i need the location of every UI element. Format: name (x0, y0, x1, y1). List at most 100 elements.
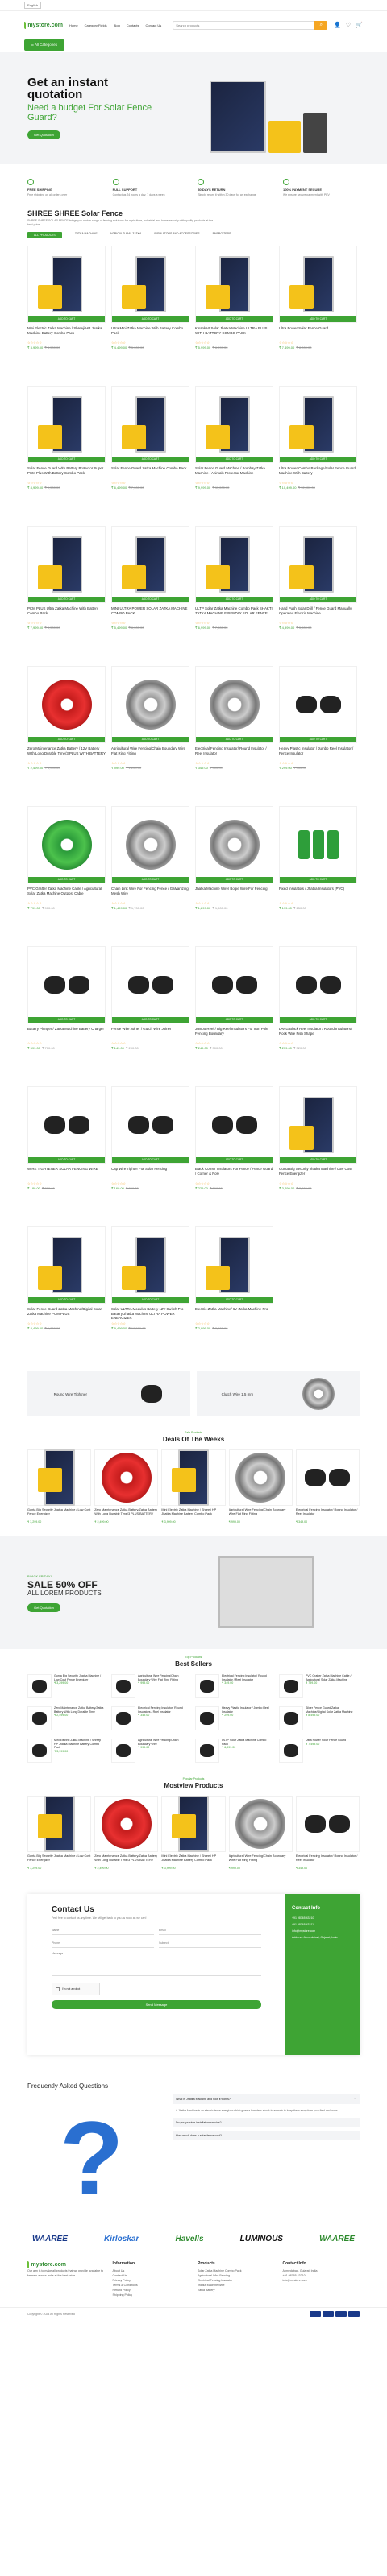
add-to-cart-button[interactable]: ADD TO CART (112, 877, 189, 883)
name-field[interactable]: Name (52, 1926, 154, 1935)
product-name[interactable]: Solar Fence Guard With Battery Protector… (27, 466, 106, 480)
hero-cta-button[interactable]: Get Quotation (27, 130, 60, 139)
add-to-cart-button[interactable]: ADD TO CART (112, 316, 189, 322)
phone-field[interactable]: Phone (52, 1939, 154, 1948)
product-name[interactable]: Ultra Power Solar Fence Guard (306, 1739, 346, 1743)
product-card[interactable]: ADD TO CART Agricultural Wire Fencing/Cha… (111, 663, 189, 803)
faq-question[interactable]: Do you provide installation service? ⌄ (173, 2118, 360, 2127)
add-to-cart-button[interactable]: ADD TO CART (112, 457, 189, 462)
product-name[interactable]: Heavy Plastic Insulator / Jumbo Reel Ins… (222, 1706, 273, 1714)
product-card[interactable]: ADD TO CART Black Corner Insulators For F… (195, 1083, 273, 1223)
footer-logo[interactable]: mystore.com (27, 2261, 66, 2268)
search-icon[interactable]: ⌕ (314, 20, 328, 30)
add-to-cart-button[interactable]: ADD TO CART (280, 1017, 356, 1023)
product-image[interactable]: ADD TO CART (27, 946, 106, 1023)
contact-phone-2[interactable]: +91 98765 43211 (292, 1921, 353, 1928)
product-name[interactable]: Agricultural Wire Fencing/Chain Boundary… (229, 1508, 293, 1520)
add-to-cart-button[interactable]: ADD TO CART (196, 1297, 273, 1303)
product-image[interactable]: ADD TO CART (111, 526, 189, 603)
brand-logo[interactable]: WAAREE (319, 2235, 355, 2243)
product-thumb[interactable] (279, 1674, 303, 1698)
product-image[interactable] (161, 1796, 226, 1852)
tab-energizers[interactable]: ENERGIZERS (213, 232, 231, 238)
add-to-cart-button[interactable]: ADD TO CART (280, 597, 356, 602)
product-name[interactable]: Mini Electric Zatka Machine / Shreeji HP… (54, 1739, 106, 1750)
add-to-cart-button[interactable]: ADD TO CART (280, 316, 356, 322)
product-name[interactable]: Ultra Power Solar Fence Guard (279, 326, 357, 340)
product-name[interactable]: Mini Electric Zatka Machine / Shreeji HP… (161, 1854, 225, 1867)
add-to-cart-button[interactable]: ADD TO CART (196, 457, 273, 462)
footer-email[interactable]: info@mystore.com (283, 2278, 360, 2283)
product-card[interactable]: ADD TO CART Solar Fence Guard Zatka Machi… (27, 1223, 106, 1363)
faq-question[interactable]: What is Jhatka Machine and how it works?… (173, 2094, 360, 2104)
product-card[interactable]: ADD TO CART LARG Black Reel Insulator / R… (279, 943, 357, 1083)
tab-all-products[interactable]: ALL PRODUCTS (27, 232, 62, 238)
add-to-cart-button[interactable]: ADD TO CART (112, 737, 189, 742)
product-card[interactable]: ADD TO CART Fence Wire Joiner / Gutch Wir… (111, 943, 189, 1083)
add-to-cart-button[interactable]: ADD TO CART (28, 457, 105, 462)
brand-logo[interactable]: Kirloskar (104, 2235, 139, 2243)
product-image[interactable]: ADD TO CART (195, 526, 273, 603)
best-seller-item[interactable]: ULTP Solar Zatka Machine Combo Pack ₹ 6,9… (195, 1739, 273, 1766)
add-to-cart-button[interactable]: ADD TO CART (28, 1017, 105, 1023)
product-name[interactable]: MINI ULTRA POWER SOLAR ZATKA MACHINE COM… (111, 606, 189, 620)
product-name[interactable]: Battery Plunger / Zatka Machine Battery … (27, 1027, 106, 1040)
product-name[interactable]: Ultra Power Combo Package/Solar Fence Gu… (279, 466, 357, 480)
product-card[interactable]: ADD TO CART Jumbo Reel / Big Reel Insulat… (195, 943, 273, 1083)
footer-link[interactable]: Shipping Policy (113, 2293, 190, 2297)
product-image[interactable]: ADD TO CART (279, 1086, 357, 1164)
search-input[interactable] (173, 20, 315, 30)
product-image[interactable]: ADD TO CART (279, 386, 357, 463)
add-to-cart-button[interactable]: ADD TO CART (28, 1297, 105, 1303)
product-name[interactable]: Agricultural Wire Fencing/Chain Boundary… (229, 1854, 293, 1867)
add-to-cart-button[interactable]: ADD TO CART (196, 737, 273, 742)
product-name[interactable]: Agricultural Wire Fencing/Chain Boundary… (111, 746, 189, 760)
product-name[interactable]: Gunta Big Security Jhatka Machine / Low … (27, 1854, 91, 1867)
add-to-cart-button[interactable]: ADD TO CART (28, 737, 105, 742)
product-image[interactable]: ADD TO CART (111, 806, 189, 883)
product-image[interactable] (27, 1796, 92, 1852)
product-thumb[interactable] (27, 1739, 52, 1763)
add-to-cart-button[interactable]: ADD TO CART (28, 1157, 105, 1163)
product-name[interactable]: PCM PLUS Ultra Zatka Machine With Batter… (27, 606, 106, 620)
message-field[interactable] (52, 1952, 261, 1976)
add-to-cart-button[interactable]: ADD TO CART (112, 597, 189, 602)
deal-card[interactable]: Electrical Fencing Insulator/ Round Insu… (295, 1449, 360, 1524)
brand-logo[interactable]: Havells (175, 2235, 203, 2243)
best-seller-item[interactable]: Zero Maintenance Zatka Battery/Zatka Bat… (27, 1706, 106, 1734)
product-name[interactable]: WIRE TIGHTENER SOLAR FENCING WIRE (27, 1167, 106, 1180)
product-thumb[interactable] (27, 1674, 52, 1698)
add-to-cart-button[interactable]: ADD TO CART (196, 1017, 273, 1023)
product-image[interactable]: ADD TO CART (279, 526, 357, 603)
product-name[interactable]: Solar Fence Guard Machine / Bombay Zatka… (195, 466, 273, 480)
product-image[interactable]: ADD TO CART (27, 246, 106, 323)
product-card[interactable]: ADD TO CART Electric Zatka Machine/ 6V Za… (195, 1223, 273, 1363)
best-seller-item[interactable]: PVC Grafter Zatka Machine Cable / Agricu… (279, 1674, 357, 1701)
product-name[interactable]: Mini Electric Zatka Machine / Shreeji HP… (27, 326, 106, 340)
product-image[interactable]: ADD TO CART (195, 246, 273, 323)
product-image[interactable]: ADD TO CART (195, 1086, 273, 1164)
product-image[interactable]: ADD TO CART (195, 946, 273, 1023)
site-logo[interactable]: mystore.com (24, 21, 63, 29)
product-thumb[interactable] (279, 1739, 303, 1763)
product-name[interactable]: Black Corner Insulators For Fence / Fenc… (195, 1167, 273, 1180)
mini-banner-clutch-wire[interactable]: Clutch Wire 1.5 mm (197, 1371, 360, 1416)
add-to-cart-button[interactable]: ADD TO CART (196, 1157, 273, 1163)
best-seller-item[interactable]: Silver Fence Guard Zatka Machine/Digital… (279, 1706, 357, 1734)
add-to-cart-button[interactable]: ADD TO CART (112, 1157, 189, 1163)
product-name[interactable]: Electrical Fencing Insulator/ Round Insu… (138, 1706, 189, 1714)
product-card[interactable]: ADD TO CART WIRE TIGHTENER SOLAR FENCING … (27, 1083, 106, 1223)
product-image[interactable]: ADD TO CART (111, 1226, 189, 1304)
product-image[interactable]: ADD TO CART (279, 806, 357, 883)
product-image[interactable]: ADD TO CART (27, 386, 106, 463)
add-to-cart-button[interactable]: ADD TO CART (280, 457, 356, 462)
product-image[interactable] (94, 1796, 159, 1852)
add-to-cart-button[interactable]: ADD TO CART (196, 877, 273, 883)
product-image[interactable]: ADD TO CART (279, 946, 357, 1023)
product-card[interactable]: ADD TO CART Cap Wire Tighter For Solar Fe… (111, 1083, 189, 1223)
product-name[interactable]: Gunta Big Security Jhatka Machine / Low … (27, 1508, 91, 1520)
add-to-cart-button[interactable]: ADD TO CART (280, 1157, 356, 1163)
best-seller-item[interactable]: Electrical Fencing Insulator/ Round Insu… (111, 1706, 189, 1734)
product-card[interactable]: ADD TO CART ULTP Solar Zatka Machine Comb… (195, 523, 273, 663)
best-seller-item[interactable]: Heavy Plastic Insulator / Jumbo Reel Ins… (195, 1706, 273, 1734)
